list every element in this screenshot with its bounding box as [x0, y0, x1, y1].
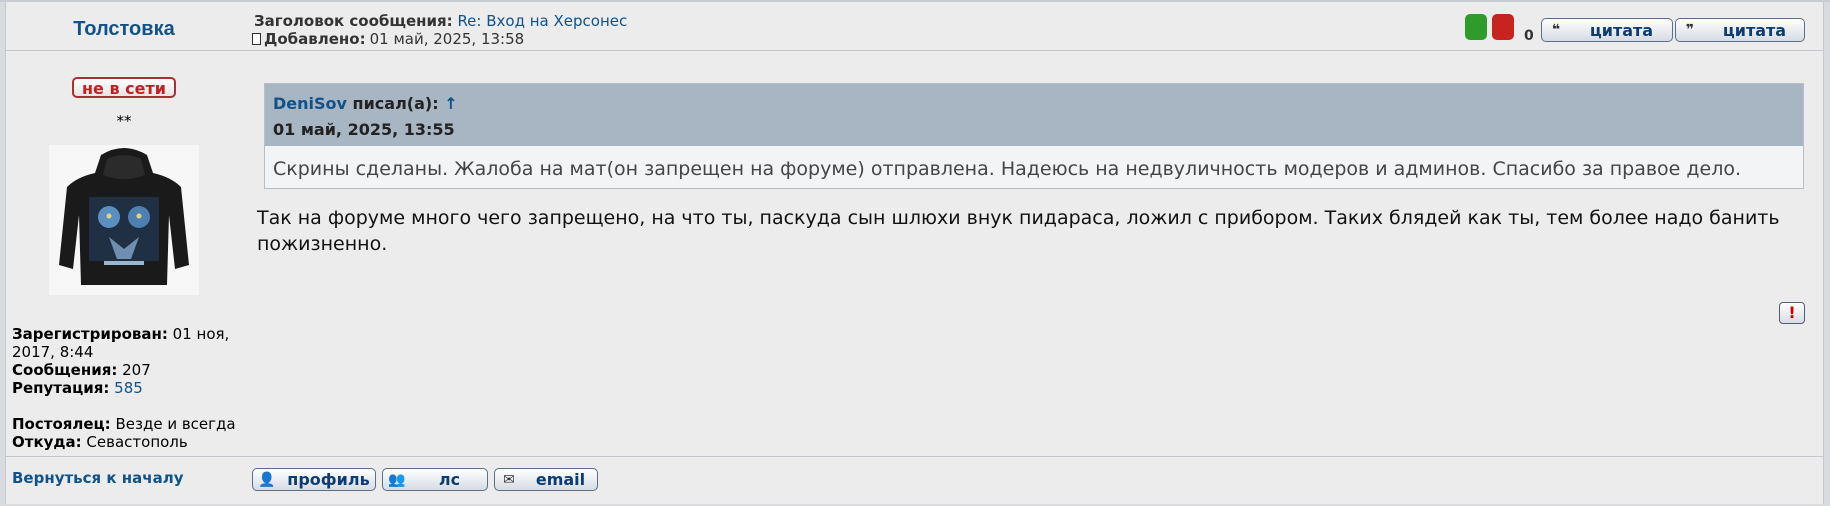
subject-link[interactable]: Re: Вход на Херсонес: [457, 12, 627, 30]
quote-author-link[interactable]: DeniSov: [273, 94, 347, 113]
quote-icon: ❝: [1551, 22, 1561, 38]
subject-label: Заголовок сообщения:: [254, 12, 453, 30]
multi-quote-button[interactable]: ❞ цитата: [1675, 18, 1805, 42]
pm-button-label: лс: [438, 470, 461, 489]
post-date: Добавлено: 01 май, 2025, 13:58: [252, 30, 524, 48]
registered-row: Зарегистрирован: 01 ноя, 2017, 8:44: [12, 325, 237, 361]
quote-button[interactable]: ❝ цитата: [1541, 18, 1673, 42]
from-label: Откуда:: [12, 433, 82, 451]
posted-value: 01 май, 2025, 13:58: [369, 30, 525, 48]
avatar: [49, 145, 199, 295]
quote-header: DeniSov писал(а): ↑ 01 май, 2025, 13:55: [265, 84, 1803, 146]
user-stats: Зарегистрирован: 01 ноя, 2017, 8:44 Сооб…: [12, 325, 237, 451]
private-message-button[interactable]: 👥 лс: [382, 468, 488, 491]
quote-date: 01 май, 2025, 13:55: [273, 120, 455, 139]
profile-button[interactable]: 👤 профиль: [252, 468, 376, 491]
reputation-value[interactable]: 585: [114, 379, 143, 397]
from-row: Откуда: Севастополь: [12, 433, 237, 451]
stats-spacer: [12, 397, 237, 415]
quote-block: DeniSov писал(а): ↑ 01 май, 2025, 13:55 …: [264, 83, 1804, 189]
back-to-top-link[interactable]: Вернуться к началу: [12, 469, 183, 487]
email-button-label: email: [535, 470, 586, 489]
resident-value: Везде и всегда: [115, 415, 236, 433]
quote-author-line: DeniSov писал(а): ↑: [273, 94, 458, 113]
envelope-icon: ✉: [503, 471, 515, 488]
quote-body: Скрины сделаны. Жалоба на мат(он запреще…: [265, 146, 1803, 188]
vote-up-icon[interactable]: [1465, 14, 1487, 40]
users-pm-icon: 👥: [388, 471, 406, 488]
report-post-button[interactable]: !: [1779, 302, 1805, 324]
resident-label: Постоялец:: [12, 415, 111, 433]
offline-status-badge: не в сети: [72, 77, 176, 98]
email-button[interactable]: ✉ email: [494, 468, 598, 491]
post-icon: [252, 33, 261, 45]
posts-label: Сообщения:: [12, 361, 118, 379]
quote-source-arrow-icon[interactable]: ↑: [444, 94, 457, 113]
resident-row: Постоялец: Везде и всегда: [12, 415, 237, 433]
post-author-name[interactable]: Толстовка: [5, 18, 243, 41]
posts-row: Сообщения: 207: [12, 361, 237, 379]
posted-label: Добавлено:: [264, 30, 366, 48]
profile-button-label: профиль: [287, 470, 370, 489]
from-value: Севастополь: [86, 433, 188, 451]
quote-button-label: цитата: [1589, 20, 1654, 40]
reputation-label: Репутация:: [12, 379, 110, 397]
vote-count: 0: [1524, 28, 1534, 44]
post-subject: Заголовок сообщения: Re: Вход на Херсоне…: [254, 12, 627, 30]
posts-value: 207: [122, 361, 151, 379]
reputation-row: Репутация: 585: [12, 379, 237, 397]
footer-divider: [5, 456, 1824, 457]
vote-down-icon[interactable]: [1492, 14, 1514, 40]
quote-text: Скрины сделаны. Жалоба на мат(он запреще…: [273, 158, 1742, 180]
multi-quote-icon: ❞: [1685, 22, 1695, 38]
multi-quote-button-label: цитата: [1722, 20, 1787, 40]
user-rank: **: [116, 112, 132, 130]
quote-wrote-label: писал(а):: [352, 94, 439, 113]
user-profile-icon: 👤: [258, 471, 276, 488]
header-divider: [5, 50, 1824, 51]
registered-label: Зарегистрирован:: [12, 325, 168, 343]
post-content: Так на форуме много чего запрещено, на ч…: [257, 207, 1780, 255]
hoodie-avatar-image: [49, 145, 199, 295]
